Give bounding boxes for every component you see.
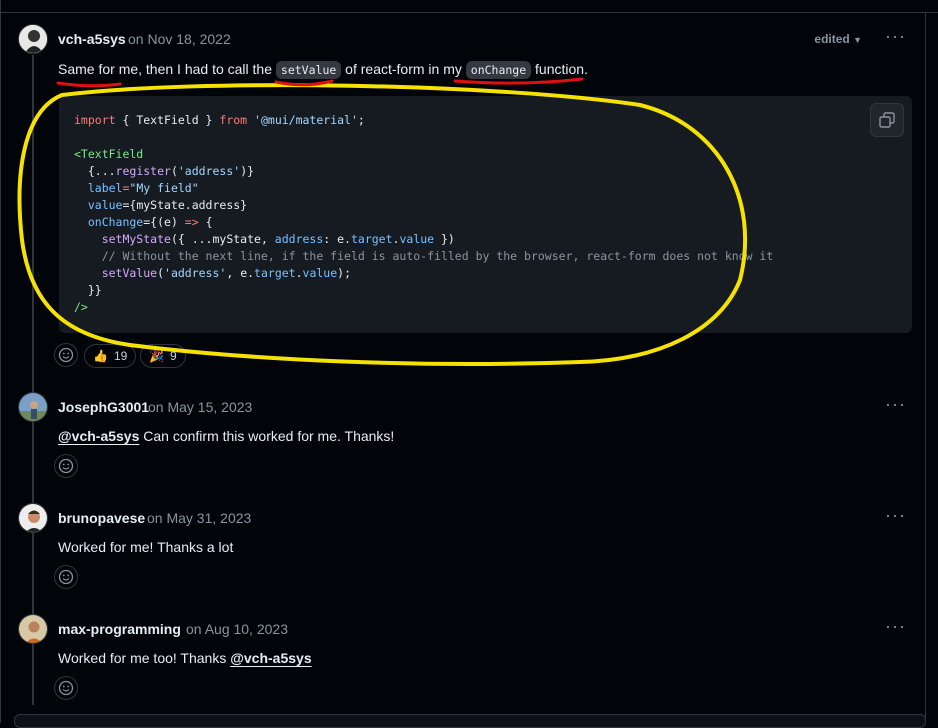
body-text: Can confirm this worked for me. Thanks! <box>139 428 395 444</box>
avatar[interactable] <box>18 614 48 644</box>
comment-header: max-programming on Aug 10, 2023 ··· <box>16 614 926 646</box>
comment-header: brunopavese on May 31, 2023 ··· <box>16 503 926 535</box>
comment-header: vch-a5sys on Nov 18, 2022 edited ▼ ··· <box>16 24 926 56</box>
red-underline-3 <box>453 77 584 85</box>
author-link[interactable]: vch-a5sys <box>58 31 126 47</box>
smiley-icon <box>58 347 74 363</box>
kebab-icon[interactable]: ··· <box>885 26 906 47</box>
smiley-icon <box>58 569 74 585</box>
author-link[interactable]: max-programming <box>58 621 181 637</box>
comment-date[interactable]: on Nov 18, 2022 <box>128 31 231 47</box>
reaction-thumbsup[interactable]: 👍 19 <box>84 344 137 368</box>
comment-body: Same for me, then I had to call the setV… <box>58 61 588 79</box>
kebab-icon[interactable]: ··· <box>885 616 906 637</box>
reaction-tada[interactable]: 🎉 9 <box>140 344 186 368</box>
code-content: import { TextField } from '@mui/material… <box>74 113 774 314</box>
top-border <box>0 0 938 13</box>
body-text-2: , then I had to call the <box>138 61 276 77</box>
comment-date[interactable]: on Aug 10, 2023 <box>186 621 288 637</box>
red-underline-2 <box>274 79 334 87</box>
body-text: Worked for me too! Thanks <box>58 650 231 666</box>
smiley-icon <box>58 458 74 474</box>
mention-link[interactable]: @vch-a5sys <box>58 428 139 444</box>
copy-icon <box>879 112 895 128</box>
edited-dropdown[interactable]: edited ▼ <box>814 32 862 46</box>
avatar[interactable] <box>18 503 48 533</box>
edited-label: edited <box>814 32 850 46</box>
timeline-line <box>32 55 34 705</box>
kebab-icon[interactable]: ··· <box>885 394 906 415</box>
kebab-icon[interactable]: ··· <box>885 505 906 526</box>
smiley-icon <box>58 680 74 696</box>
avatar[interactable] <box>18 392 48 422</box>
comment-body: Worked for me too! Thanks @vch-a5sys <box>58 650 312 666</box>
body-text-1: Same for me <box>58 61 139 77</box>
comment-date[interactable]: on May 31, 2023 <box>147 510 251 526</box>
thumbsup-icon: 👍 <box>93 349 108 363</box>
inline-code-setvalue: setValue <box>275 61 342 79</box>
author-link[interactable]: JosephG3001 <box>58 399 149 415</box>
body-text-3: of react-form in my <box>341 61 466 77</box>
avatar[interactable] <box>18 24 48 54</box>
comment-header: JosephG3001 on May 15, 2023 ··· <box>16 392 926 424</box>
comment-body: Worked for me! Thanks a lot <box>58 539 234 555</box>
body-text-4: function. <box>531 61 588 77</box>
inline-code-onchange: onChange <box>465 61 532 79</box>
comment-body: @vch-a5sys Can confirm this worked for m… <box>58 428 394 444</box>
mention-link[interactable]: @vch-a5sys <box>230 650 311 666</box>
comment-date[interactable]: on May 15, 2023 <box>148 399 252 415</box>
copy-button[interactable] <box>870 103 904 137</box>
add-reaction-button[interactable] <box>54 565 78 589</box>
tada-icon: 🎉 <box>149 349 164 363</box>
red-underline-1 <box>56 81 122 88</box>
reaction-count: 9 <box>169 349 177 363</box>
left-border <box>0 0 1 723</box>
reply-box-edge <box>14 714 926 728</box>
chevron-down-icon: ▼ <box>853 35 862 45</box>
add-reaction-button[interactable] <box>54 676 78 700</box>
reaction-count: 19 <box>113 349 128 363</box>
author-link[interactable]: brunopavese <box>58 510 145 526</box>
add-reaction-button[interactable] <box>54 454 78 478</box>
add-reaction-button[interactable] <box>54 343 78 367</box>
